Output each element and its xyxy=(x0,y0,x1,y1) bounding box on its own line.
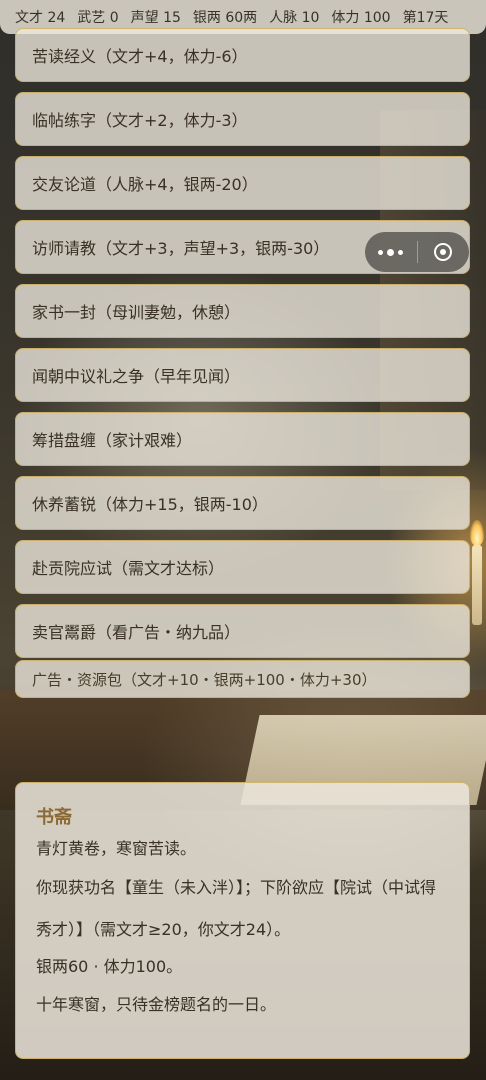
target-close-icon[interactable] xyxy=(417,232,469,272)
stat-day: 第17天 xyxy=(402,10,449,26)
study-panel: 书斋 青灯黄卷，寒窗苦读。 你现获功名【童生（未入泮）】；下阶欲应【院试（中试得… xyxy=(15,782,470,1059)
action-family-letter-button[interactable]: 家书一封（母训妻勉，休憩） xyxy=(15,284,470,338)
more-dots-icon[interactable] xyxy=(365,232,417,272)
action-take-exam-button[interactable]: 赴贡院应试（需文才达标） xyxy=(15,540,470,594)
stat-wencai: 文才 24 xyxy=(15,10,66,26)
mini-program-capsule xyxy=(365,232,469,272)
panel-title: 书斋 xyxy=(36,807,72,828)
action-buy-office-button[interactable]: 卖官鬻爵（看广告・纳九品） xyxy=(15,604,470,658)
action-study-classics-button[interactable]: 苦读经义（文才+4，体力-6） xyxy=(15,28,470,82)
action-raise-funds-button[interactable]: 筹措盘缠（家计艰难） xyxy=(15,412,470,466)
panel-line-1: 青灯黄卷，寒窗苦读。 xyxy=(36,839,197,858)
panel-line-3: 银两60 · 体力100。 xyxy=(36,957,183,976)
action-court-news-button[interactable]: 闻朝中议礼之争（早年见闻） xyxy=(15,348,470,402)
candle-illustration xyxy=(472,545,482,625)
stat-tili: 体力 100 xyxy=(331,10,391,26)
panel-line-2: 你现获功名【童生（未入泮）】；下阶欲应【院试（中试得秀才）】（需文才≥20，你文… xyxy=(36,878,437,939)
stat-renmai: 人脉 10 xyxy=(269,10,320,26)
action-rest-button[interactable]: 休养蓄锐（体力+15，银两-10） xyxy=(15,476,470,530)
panel-line-4: 十年寒窗，只待金榜题名的一日。 xyxy=(36,995,277,1014)
action-ad-resource-pack-button[interactable]: 广告・资源包（文才+10・银两+100・体力+30） xyxy=(15,660,470,698)
candle-flame-illustration xyxy=(470,520,484,546)
stat-wuyi: 武艺 0 xyxy=(77,10,119,26)
action-calligraphy-button[interactable]: 临帖练字（文才+2，体力-3） xyxy=(15,92,470,146)
action-make-friends-button[interactable]: 交友论道（人脉+4，银两-20） xyxy=(15,156,470,210)
stat-shengwang: 声望 15 xyxy=(130,10,181,26)
stat-yinliang: 银两 60两 xyxy=(192,10,258,26)
